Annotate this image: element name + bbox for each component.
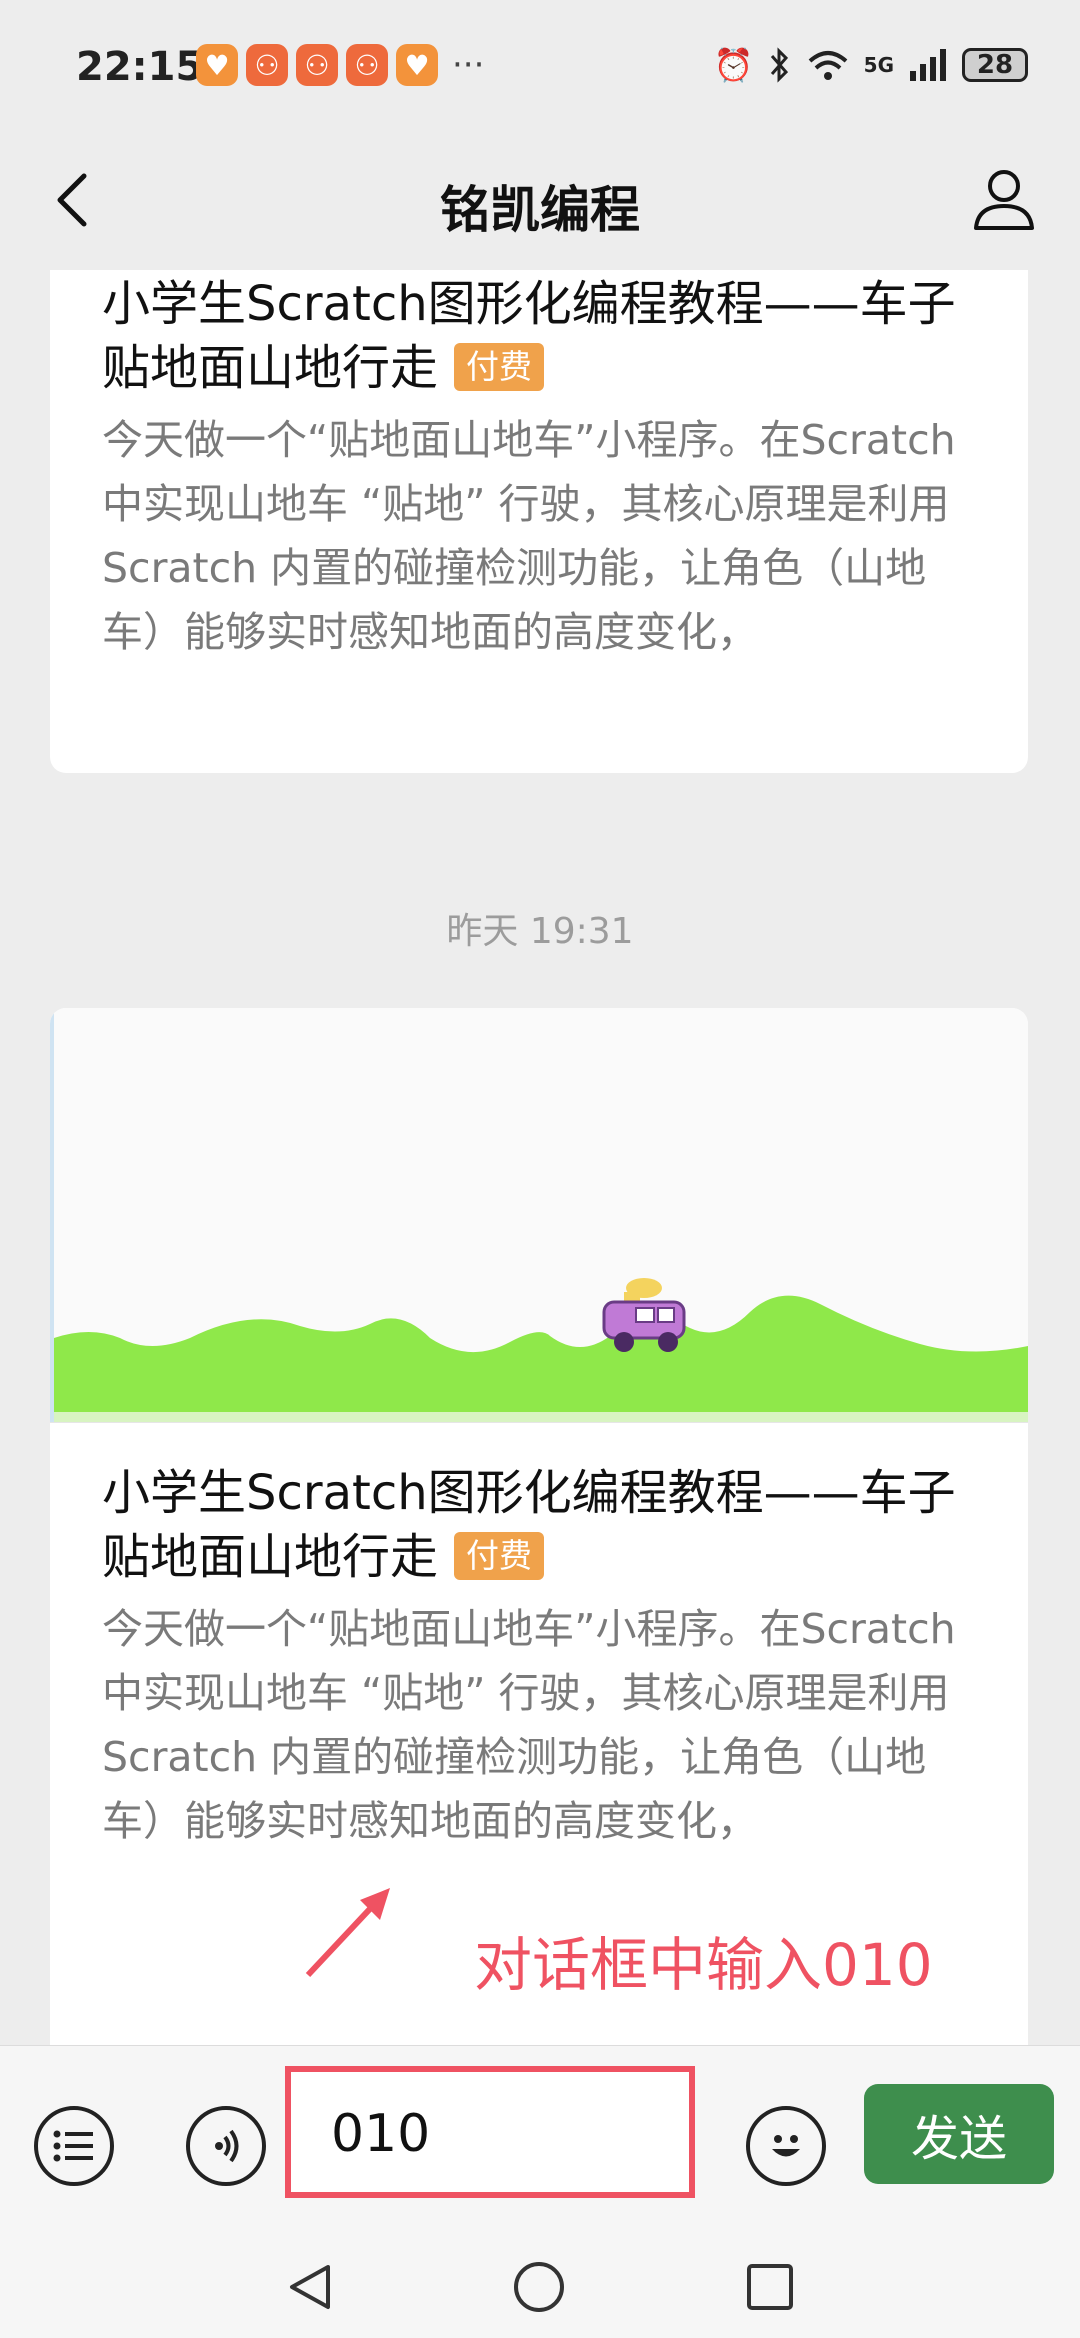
car-sprite-icon (602, 1278, 686, 1352)
notification-icons: ♥ ⚇ ⚇ ⚇ ♥ ··· (196, 44, 484, 86)
emoji-icon (772, 2135, 800, 2157)
voice-input-button[interactable] (186, 2106, 266, 2186)
article-description: 今天做一个“贴地面山地车”小程序。在Scratch 中实现山地车 “贴地” 行驶… (102, 1605, 956, 1845)
wifi-icon (808, 51, 847, 80)
nav-recents-icon[interactable] (742, 2259, 798, 2315)
alarm-icon: ⏰ (713, 46, 754, 84)
emoji-button[interactable] (746, 2106, 826, 2186)
page-title: 铭凯编程 (440, 181, 640, 239)
article-thumbnail (50, 1008, 1028, 1423)
bluetooth-icon (770, 47, 788, 83)
chat-header: 铭凯编程 (0, 130, 1080, 270)
article-card[interactable]: 小学生Scratch图形化编程教程——车子贴地面山地行走 付费 今天做一个“贴地面… (50, 1008, 1028, 2045)
article-title: 小学生Scratch图形化编程教程——车子贴地面山地行走 付费 (102, 276, 956, 396)
annotation-arrow-icon (305, 1888, 390, 1978)
signal-icon (910, 49, 946, 81)
app-group-icon: ⚇ (296, 44, 338, 86)
battery-icon: 28 (962, 48, 1028, 82)
status-time: 22:15 (76, 44, 204, 90)
system-icons: ⏰ 5G 28 (714, 46, 1028, 84)
status-bar: 22:15 ♥ ⚇ ⚇ ⚇ ♥ ··· ⏰ 5G 28 (0, 0, 1080, 130)
voice-icon (215, 2129, 239, 2163)
message-input-highlight (285, 2066, 695, 2198)
menu-list-button[interactable] (34, 2106, 114, 2186)
network-type-label: 5G (863, 53, 894, 77)
send-button[interactable]: 发送 (864, 2084, 1054, 2184)
paid-badge: 付费 (454, 1532, 545, 1580)
nav-back-icon[interactable] (282, 2259, 338, 2315)
chat-message-list[interactable]: 小学生Scratch图形化编程教程——车子贴地面山地行走 付费 今天做一个“贴地面… (0, 270, 1080, 2045)
paid-badge: 付费 (454, 343, 545, 391)
nav-home-icon[interactable] (511, 2259, 567, 2315)
app-heart-icon: ♥ (196, 44, 238, 86)
profile-icon[interactable] (968, 162, 1040, 234)
app-group-icon: ⚇ (346, 44, 388, 86)
article-description: 今天做一个“贴地面山地车”小程序。在Scratch 中实现山地车 “贴地” 行驶… (102, 416, 956, 656)
app-heart-icon: ♥ (396, 44, 438, 86)
more-notifications-icon: ··· (452, 45, 485, 85)
message-input[interactable] (331, 2102, 671, 2166)
list-icon (53, 2130, 93, 2162)
app-group-icon: ⚇ (246, 44, 288, 86)
article-title: 小学生Scratch图形化编程教程——车子贴地面山地行走 付费 (102, 1465, 956, 1585)
annotation-label: 对话框中输入010 (474, 1931, 933, 1999)
message-timestamp: 昨天 19:31 (446, 911, 634, 952)
article-card[interactable]: 小学生Scratch图形化编程教程——车子贴地面山地行走 付费 今天做一个“贴地面… (50, 270, 1028, 773)
system-navigation-bar (0, 2245, 1080, 2338)
input-toolbar: 发送 (0, 2045, 1080, 2246)
